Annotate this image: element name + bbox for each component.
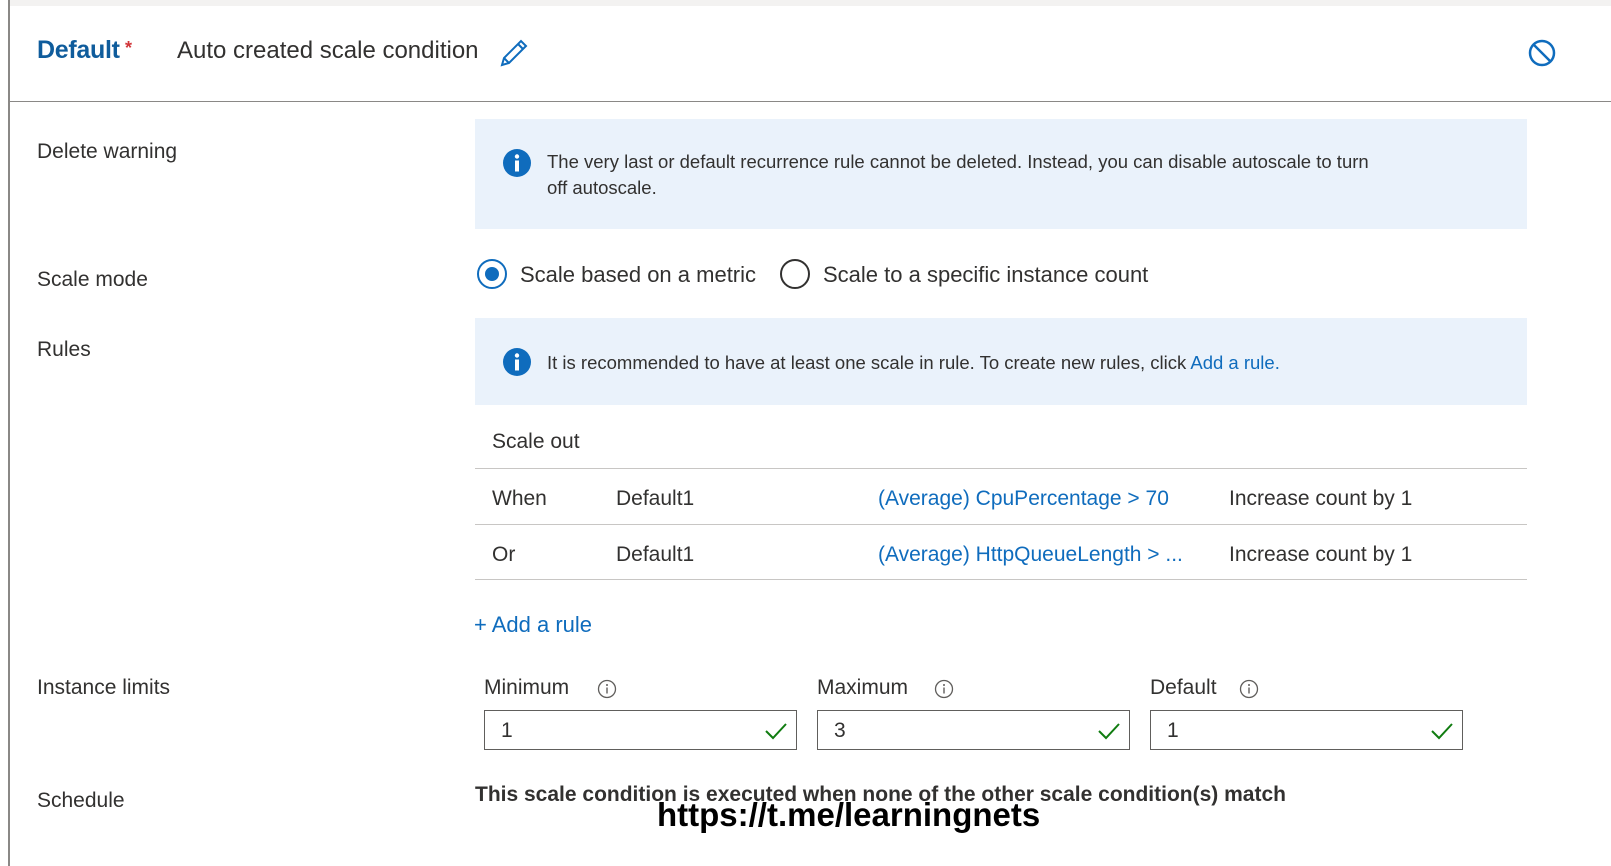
header-divider: [10, 101, 1611, 102]
info-icon: [503, 348, 531, 376]
radio-scale-metric-label[interactable]: Scale based on a metric: [520, 262, 756, 288]
check-icon: [1431, 723, 1453, 740]
minimum-label: Minimum: [484, 676, 570, 699]
table-divider: [475, 524, 1527, 525]
watermark-text: https://t.me/learningnets: [657, 796, 1041, 833]
scale-condition-panel: Default * Auto created scale condition D…: [0, 0, 1611, 866]
rule-action: Increase count by 1: [1229, 487, 1413, 510]
rule-condition-link[interactable]: (Average) CpuPercentage > 70: [878, 487, 1169, 511]
radio-scale-metric[interactable]: [476, 258, 508, 290]
pencil-icon[interactable]: [497, 36, 531, 70]
rule-condition-link[interactable]: (Average) HttpQueueLength > ...: [878, 543, 1183, 567]
minimum-input[interactable]: 1: [484, 710, 797, 750]
info-icon: [503, 149, 531, 177]
delete-warning-line1: The very last or default recurrence rule…: [547, 151, 1369, 172]
delete-warning-box: The very last or default recurrence rule…: [475, 119, 1527, 229]
left-border: [8, 0, 10, 866]
minimum-value: 1: [501, 719, 513, 742]
maximum-value: 3: [834, 719, 846, 742]
scale-mode-label: Scale mode: [37, 268, 148, 291]
top-border: [8, 0, 1611, 6]
maximum-label: Maximum: [817, 676, 909, 699]
rule-action: Increase count by 1: [1229, 543, 1413, 566]
maximum-input[interactable]: 3: [817, 710, 1130, 750]
rule-keyword: Or: [492, 543, 516, 566]
disable-icon[interactable]: [1525, 36, 1559, 70]
radio-scale-instance-count[interactable]: [779, 258, 811, 290]
check-icon: [765, 723, 787, 740]
check-icon: [1098, 723, 1120, 740]
condition-title: Default: [37, 36, 120, 64]
scale-out-heading: Scale out: [492, 430, 580, 453]
default-input[interactable]: 1: [1150, 710, 1463, 750]
condition-name[interactable]: Auto created scale condition: [177, 37, 479, 65]
rules-notice-box: It is recommended to have at least one s…: [475, 318, 1527, 405]
instance-limits-label: Instance limits: [37, 676, 171, 699]
info-circle-icon[interactable]: [934, 679, 954, 699]
delete-warning-line2: off autoscale.: [547, 177, 657, 198]
table-divider: [475, 579, 1527, 580]
rules-label: Rules: [37, 338, 91, 361]
info-circle-icon[interactable]: [597, 679, 617, 699]
rule-resource: Default1: [616, 543, 695, 566]
delete-warning-label: Delete warning: [37, 140, 178, 163]
rule-keyword: When: [492, 487, 547, 510]
table-divider: [475, 468, 1527, 469]
radio-scale-instance-count-label[interactable]: Scale to a specific instance count: [823, 262, 1148, 288]
info-circle-icon[interactable]: [1239, 679, 1259, 699]
rules-notice-text: It is recommended to have at least one s…: [547, 352, 1280, 373]
add-rule-inline-link[interactable]: Add a rule.: [1190, 352, 1279, 373]
rule-resource: Default1: [616, 487, 695, 510]
schedule-label: Schedule: [37, 789, 125, 812]
add-rule-button[interactable]: + Add a rule: [474, 612, 592, 638]
default-label: Default: [1150, 676, 1217, 699]
default-value: 1: [1167, 719, 1179, 742]
required-marker: *: [125, 38, 133, 58]
